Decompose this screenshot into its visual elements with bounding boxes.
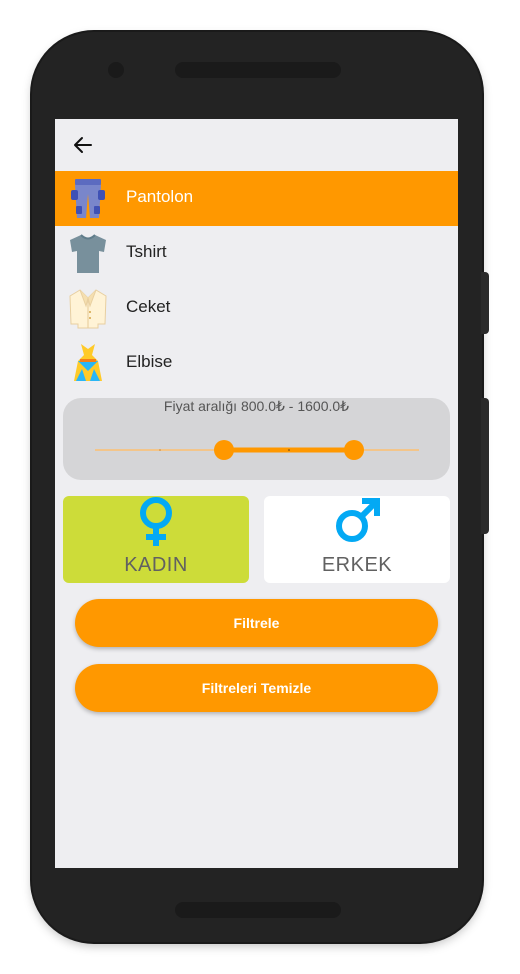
front-camera: [108, 62, 124, 78]
price-range-label: Fiyat aralığı 800.0₺ - 1600.0₺: [163, 398, 350, 414]
earpiece-speaker: [175, 62, 341, 78]
category-label: Pantolon: [126, 187, 194, 206]
category-item-pantolon[interactable]: Pantolon: [55, 171, 458, 226]
price-range-slider[interactable]: [95, 438, 419, 462]
category-item-tshirt[interactable]: Tshirt: [55, 226, 458, 281]
tshirt-icon: [70, 234, 106, 273]
arrow-left-icon: [74, 137, 92, 153]
bottom-speaker: [175, 902, 341, 918]
female-symbol-icon: [140, 497, 172, 546]
pants-icon: [71, 179, 105, 218]
dress-icon: [74, 344, 102, 381]
gender-male-button[interactable]: ERKEK: [264, 496, 450, 583]
category-label: Elbise: [126, 352, 173, 371]
gender-female-button[interactable]: KADIN: [63, 496, 249, 583]
back-button[interactable]: [69, 131, 97, 159]
price-range-panel: Fiyat aralığı 800.0₺ - 1600.0₺: [63, 398, 450, 480]
jacket-icon: [69, 289, 107, 329]
male-symbol-icon: [336, 498, 380, 542]
app-bar: [55, 119, 458, 171]
power-button: [481, 398, 489, 534]
app-screen: Pantolon Tshirt Ceket Elbise Fiyat aralı…: [55, 119, 458, 868]
category-label: Tshirt: [126, 242, 167, 261]
filter-button[interactable]: Filtrele: [75, 599, 438, 647]
slider-max-thumb[interactable]: [344, 440, 364, 460]
clear-filters-button[interactable]: Filtreleri Temizle: [75, 664, 438, 712]
gender-female-label: KADIN: [124, 554, 188, 576]
volume-button: [481, 272, 489, 334]
slider-min-thumb[interactable]: [214, 440, 234, 460]
category-label: Ceket: [126, 297, 171, 316]
gender-male-label: ERKEK: [321, 554, 393, 576]
category-item-elbise[interactable]: Elbise: [55, 336, 458, 391]
category-item-ceket[interactable]: Ceket: [55, 281, 458, 336]
